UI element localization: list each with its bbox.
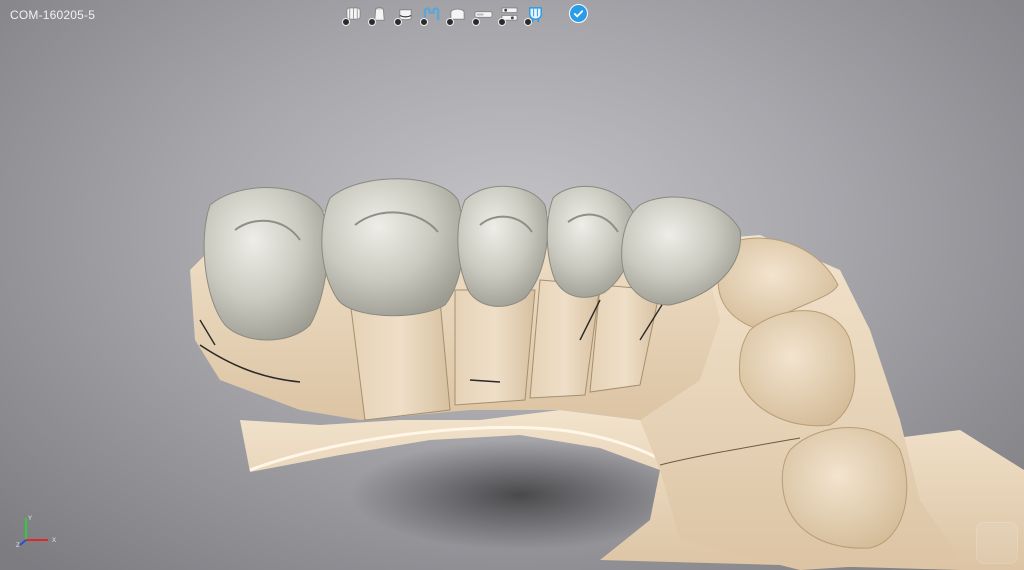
view-cube-widget[interactable] bbox=[976, 522, 1018, 564]
axis-y-label: Y bbox=[28, 516, 32, 522]
axis-z-label: Z bbox=[16, 543, 20, 548]
crown-1[interactable] bbox=[203, 187, 329, 341]
axis-gizmo: Y X Z bbox=[16, 516, 56, 548]
die-1 bbox=[349, 299, 451, 421]
dental-3d-viewport[interactable] bbox=[0, 0, 1024, 570]
axis-x-label: X bbox=[52, 538, 56, 544]
crown-2[interactable] bbox=[321, 178, 465, 317]
die-2 bbox=[454, 289, 536, 406]
